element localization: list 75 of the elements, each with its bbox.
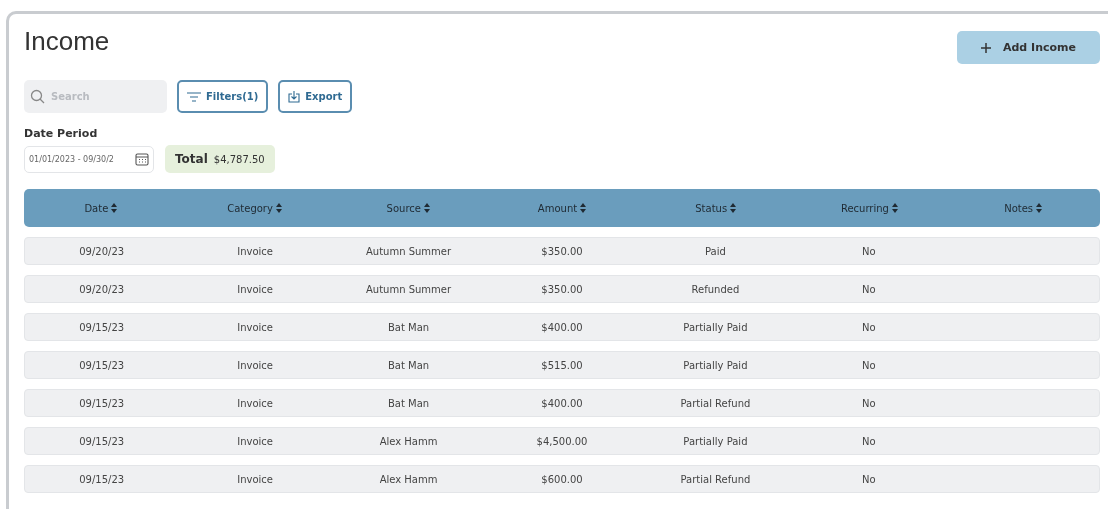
table-cell-text: Alex Hamm: [378, 435, 439, 447]
sort-icon[interactable]: [1036, 203, 1043, 213]
table-cell-text: Bat Man: [386, 359, 431, 371]
column-header[interactable]: Source: [386, 202, 421, 214]
filter-icon: [187, 91, 201, 102]
table-cell-text: Autumn Summer: [365, 245, 453, 257]
table-cell-text: $400.00: [540, 397, 584, 409]
column-header[interactable]: Recurring: [840, 202, 889, 214]
table-cell-text: $350.00: [540, 245, 584, 257]
column-header[interactable]: Date: [84, 202, 109, 214]
add-income-button[interactable]: Add Income: [957, 31, 1100, 64]
table-row[interactable]: 09/15/23 Invoice Alex Hamm $600.00 Partial Refund No: [24, 465, 1100, 493]
table-cell-text: Refunded: [690, 283, 741, 295]
table-row[interactable]: 09/15/23 Invoice Alex Hamm $4,500.00 Partially Paid No: [24, 427, 1100, 455]
table-cell-text: 09/15/23: [78, 435, 126, 447]
download-icon: [288, 90, 301, 103]
table-cell-text: No: [861, 245, 877, 257]
table-cell-text: $4,500.00: [535, 435, 589, 447]
table-cell-text: Invoice: [236, 321, 274, 333]
plus-icon: [981, 42, 991, 53]
table-cell-text: 09/15/23: [78, 321, 126, 333]
column-header[interactable]: Notes: [1004, 202, 1034, 214]
column-header[interactable]: Amount: [537, 202, 578, 214]
table-cell-text: Invoice: [236, 245, 274, 257]
page-title: Income: [24, 26, 110, 57]
table-cell-text: Partially Paid: [682, 359, 749, 371]
table-cell-text: Invoice: [236, 473, 274, 485]
table-cell-text: Alex Hamm: [378, 473, 439, 485]
table-cell-text: Partial Refund: [679, 473, 752, 485]
table-cell-text: Paid: [704, 245, 727, 257]
sort-icon[interactable]: [730, 203, 737, 213]
table-cell-text: 09/15/23: [78, 473, 126, 485]
table-cell-text: Invoice: [236, 435, 274, 447]
filters-button[interactable]: Filters(1): [177, 80, 269, 113]
column-header[interactable]: Status: [695, 202, 728, 214]
total-label: Total: [175, 152, 208, 166]
table-cell-text: $350.00: [540, 283, 584, 295]
table-row[interactable]: 09/20/23 Invoice Autumn Summer $350.00 Paid No: [24, 237, 1100, 265]
sort-icon[interactable]: [891, 203, 898, 213]
table-cell-text: No: [861, 359, 877, 371]
sort-icon[interactable]: [423, 203, 430, 213]
table-cell-text: $600.00: [540, 473, 584, 485]
date-range-field[interactable]: 01/01/2023 - 09/30/2: [24, 145, 154, 173]
table-cell-text: No: [861, 397, 877, 409]
table-cell-text: 09/15/23: [78, 397, 126, 409]
export-button[interactable]: Export: [278, 80, 353, 113]
table-cell-text: No: [861, 435, 877, 447]
table-row[interactable]: 09/15/23 Invoice Bat Man $515.00 Partially Paid No: [24, 351, 1100, 379]
table-cell-text: 09/15/23: [78, 359, 126, 371]
table-cell-text: Partially Paid: [682, 321, 749, 333]
table-row[interactable]: 09/15/23 Invoice Bat Man $400.00 Partially Paid No: [24, 313, 1100, 341]
table-cell-text: No: [861, 321, 877, 333]
table-cell-text: Invoice: [236, 397, 274, 409]
total-value: $4,787.50: [213, 153, 265, 165]
table-cell-text: No: [861, 473, 877, 485]
table-cell-text: Autumn Summer: [365, 283, 453, 295]
table-cell-text: Bat Man: [386, 397, 431, 409]
sort-icon[interactable]: [275, 203, 282, 213]
table-cell-text: Invoice: [236, 283, 274, 295]
table-cell-text: $515.00: [540, 359, 584, 371]
table-cell-text: Invoice: [236, 359, 274, 371]
table-cell-text: Partially Paid: [682, 435, 749, 447]
sort-icon[interactable]: [111, 203, 118, 213]
table-cell-text: Bat Man: [386, 321, 431, 333]
table-cell-text: 09/20/23: [78, 283, 126, 295]
table-cell-text: Partial Refund: [679, 397, 752, 409]
column-header[interactable]: Category: [227, 202, 273, 214]
table-cell-text: 09/20/23: [78, 245, 126, 257]
sort-icon[interactable]: [580, 203, 587, 213]
calendar-icon[interactable]: [135, 151, 149, 166]
table-cell-text: $400.00: [540, 321, 584, 333]
table-row[interactable]: 09/15/23 Invoice Bat Man $400.00 Partial Refund No: [24, 389, 1100, 417]
date-period-label: Date Period: [24, 127, 99, 140]
table-row[interactable]: 09/20/23 Invoice Autumn Summer $350.00 Refunded No: [24, 275, 1100, 303]
table-cell-text: No: [861, 283, 877, 295]
